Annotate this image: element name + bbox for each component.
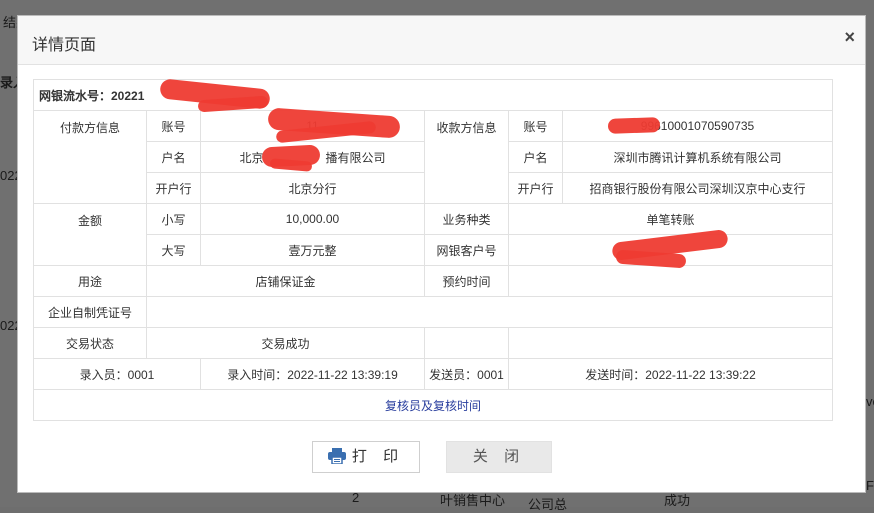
payer-name-suffix: 播有限公司 [325, 150, 386, 165]
payee-account-value: 99610001070590735 [562, 110, 833, 142]
payee-bank-value: 招商银行股份有限公司深圳汉京中心支行 [562, 172, 833, 204]
print-button-label: 打 印 [351, 448, 405, 465]
purpose-label: 用途 [33, 265, 147, 297]
background-text: 公司总 [528, 497, 568, 512]
payer-name-prefix: 北京 [239, 150, 264, 165]
voucher-label: 企业自制凭证号 [33, 296, 147, 328]
redaction-mark [607, 117, 661, 134]
payer-section-label: 付款方信息 [33, 110, 147, 204]
close-button-label: 关 闭 [472, 448, 526, 465]
status-empty-cell [424, 327, 509, 359]
amount-small-label: 小写 [146, 203, 201, 235]
business-type-value: 单笔转账 [508, 203, 833, 235]
payer-account-label: 账号 [146, 110, 201, 142]
print-button[interactable]: 打 印 [312, 441, 420, 473]
sender: 发送员：0001 [424, 358, 509, 390]
close-button[interactable]: 关 闭 [446, 441, 552, 473]
ebank-customer-label: 网银客户号 [424, 234, 509, 266]
dialog-header: 详情页面 × [18, 16, 865, 65]
dialog-title: 详情页面 [32, 37, 97, 54]
detail-dialog: 详情页面 × 网银流水号：20221 付款方信息 账号 11 收款方信息 账号 … [17, 15, 866, 493]
payee-name-label: 户名 [508, 141, 563, 173]
schedule-time-value [508, 265, 833, 297]
amount-label: 金额 [33, 203, 147, 266]
close-icon[interactable]: × [844, 27, 855, 48]
reviewer-link[interactable]: 复核员及复核时间 [33, 389, 833, 421]
amount-small-value: 10,000.00 [200, 203, 425, 235]
entry-operator: 录入员：0001 [33, 358, 201, 390]
printer-icon [327, 447, 346, 464]
background-text: F [866, 478, 874, 493]
voucher-value [146, 296, 833, 328]
payee-account-label: 账号 [508, 110, 563, 142]
payee-section-label: 收款方信息 [424, 110, 509, 204]
entry-time: 录入时间：2022-11-22 13:39:19 [200, 358, 425, 390]
amount-big-label: 大写 [146, 234, 201, 266]
payer-bank-value: 北京分行 [200, 172, 425, 204]
background-text: ve [866, 394, 874, 409]
amount-big-value: 壹万元整 [200, 234, 425, 266]
payee-name-value: 深圳市腾讯计算机系统有限公司 [562, 141, 833, 173]
business-type-label: 业务种类 [424, 203, 509, 235]
payer-name-label: 户名 [146, 141, 201, 173]
detail-table: 网银流水号：20221 付款方信息 账号 11 收款方信息 账号 9961000… [33, 79, 833, 421]
purpose-value: 店铺保证金 [146, 265, 425, 297]
schedule-time-label: 预约时间 [424, 265, 509, 297]
status-empty-cell [508, 327, 833, 359]
status-value: 交易成功 [146, 327, 425, 359]
payee-bank-label: 开户行 [508, 172, 563, 204]
payer-bank-label: 开户行 [146, 172, 201, 204]
serial-number: 网银流水号：20221 [33, 79, 833, 111]
send-time: 发送时间：2022-11-22 13:39:22 [508, 358, 833, 390]
status-label: 交易状态 [33, 327, 147, 359]
